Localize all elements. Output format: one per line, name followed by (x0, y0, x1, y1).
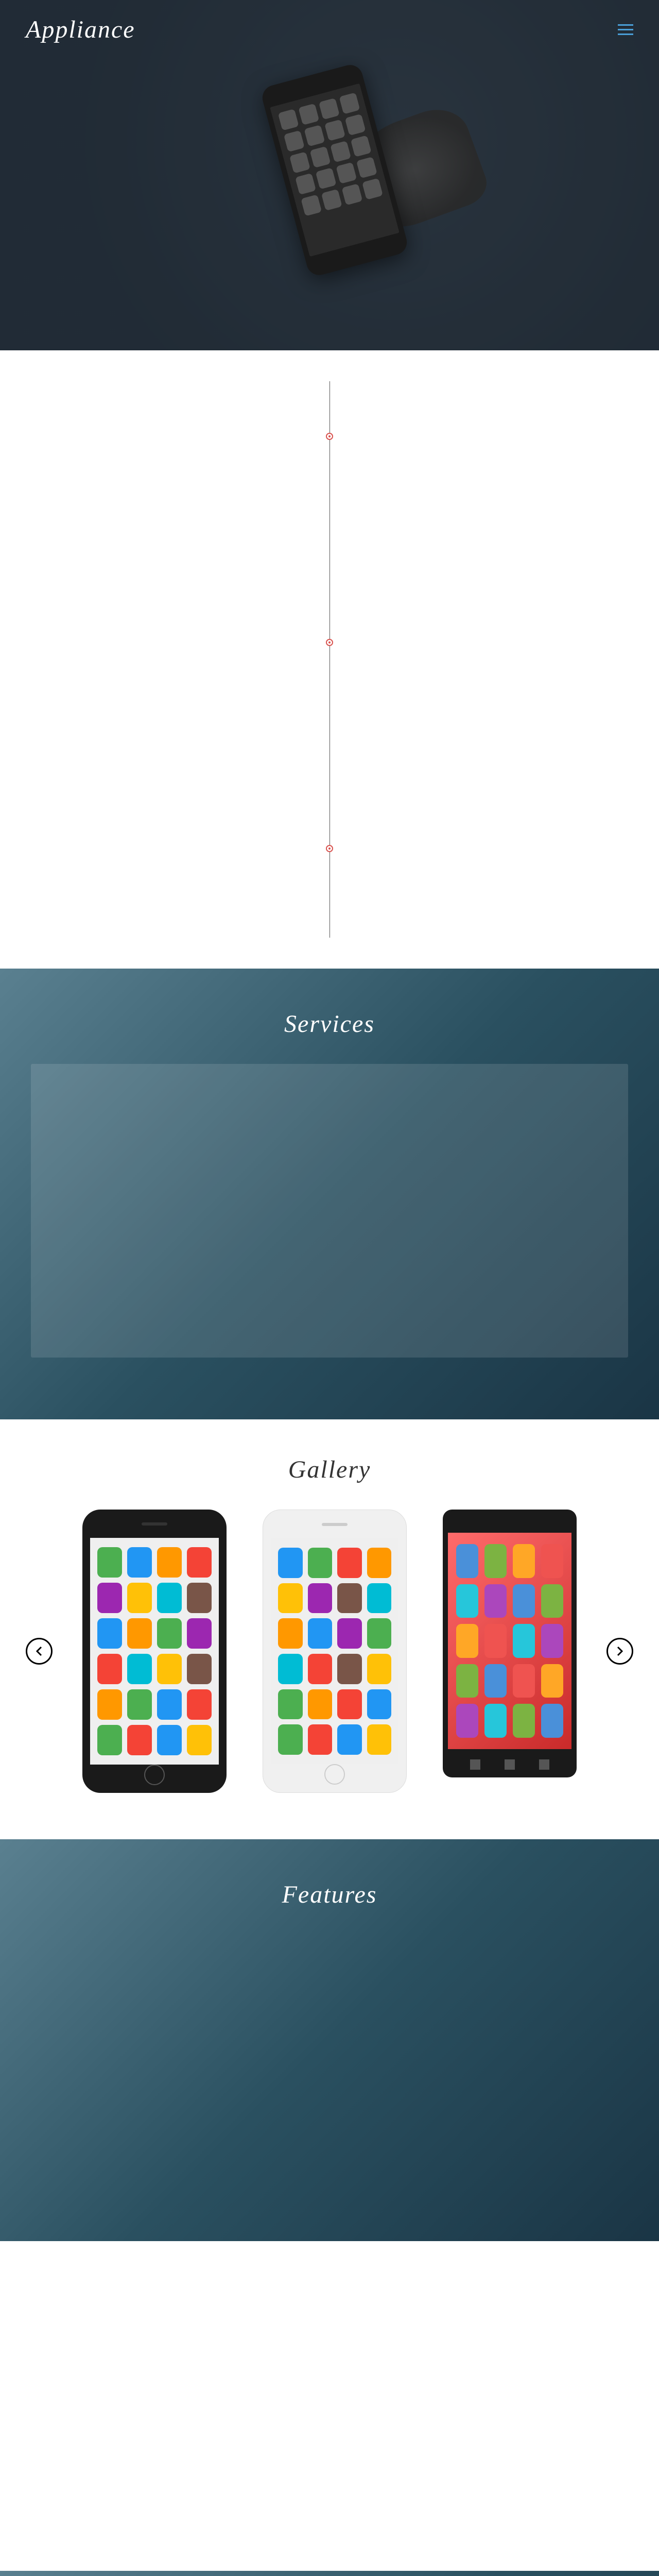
gallery-phone-2[interactable] (263, 1510, 407, 1793)
gallery-items (63, 1510, 596, 1793)
hero-header: Appliance (0, 0, 659, 350)
features-section: Features (0, 1839, 659, 2241)
timeline-section (0, 350, 659, 969)
gallery-title: Gallery (26, 1455, 633, 1484)
gallery-phone-1[interactable] (82, 1510, 227, 1793)
timeline-dot-2 (326, 639, 333, 646)
spacer-section (0, 2241, 659, 2571)
carousel-next-button[interactable] (606, 1638, 633, 1665)
gallery-section: Gallery (0, 1419, 659, 1839)
contact-section: Contact Us (0, 2571, 659, 2576)
timeline-dot-3 (326, 845, 333, 852)
chevron-right-icon (614, 1645, 626, 1657)
services-title: Services (0, 1010, 659, 1038)
gallery-phone-3[interactable] (443, 1510, 577, 1777)
timeline-dot-1 (326, 433, 333, 440)
chevron-left-icon (33, 1645, 45, 1657)
hero-image-phone-in-hand (206, 41, 515, 299)
hamburger-menu-icon[interactable] (618, 24, 633, 35)
features-title: Features (0, 1880, 659, 1909)
services-section: Services (0, 969, 659, 1419)
services-content-box (31, 1064, 628, 1358)
logo[interactable]: Appliance (26, 15, 135, 44)
gallery-carousel (26, 1510, 633, 1793)
carousel-prev-button[interactable] (26, 1638, 53, 1665)
